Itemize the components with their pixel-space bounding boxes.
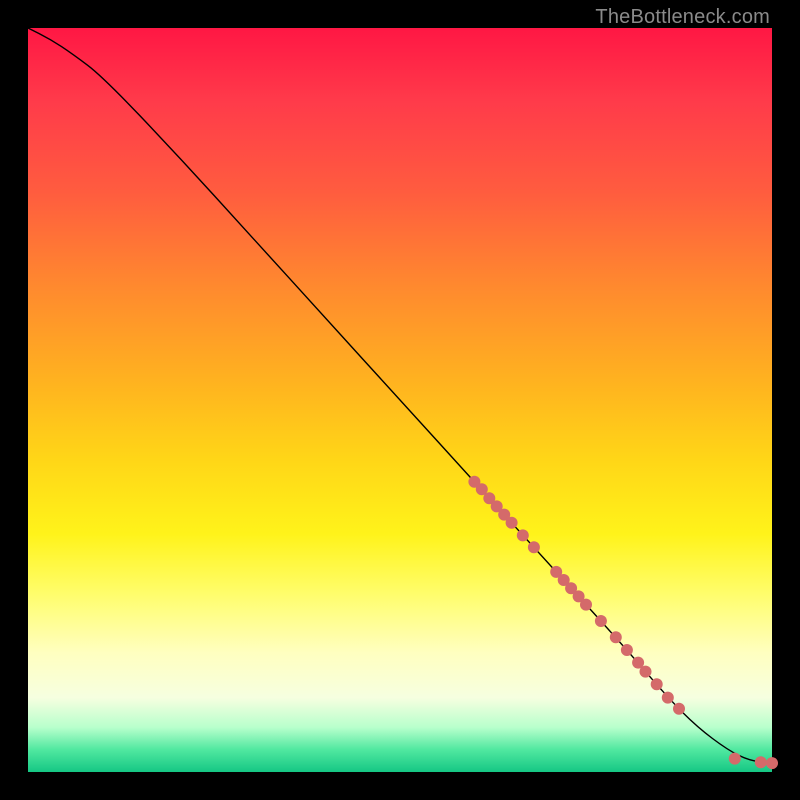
data-point: [673, 703, 685, 715]
data-point: [662, 692, 674, 704]
chart-overlay: [28, 28, 772, 772]
chart-stage: TheBottleneck.com: [0, 0, 800, 800]
main-curve: [28, 28, 772, 763]
data-point: [729, 753, 741, 765]
data-point: [517, 529, 529, 541]
data-point: [640, 666, 652, 678]
marker-group: [468, 476, 778, 769]
data-point: [528, 541, 540, 553]
data-point: [755, 756, 767, 768]
data-point: [610, 631, 622, 643]
data-point: [651, 678, 663, 690]
data-point: [580, 599, 592, 611]
attribution-label: TheBottleneck.com: [595, 6, 770, 29]
data-point: [621, 644, 633, 656]
data-point: [595, 615, 607, 627]
data-point: [766, 757, 778, 769]
data-point: [506, 517, 518, 529]
